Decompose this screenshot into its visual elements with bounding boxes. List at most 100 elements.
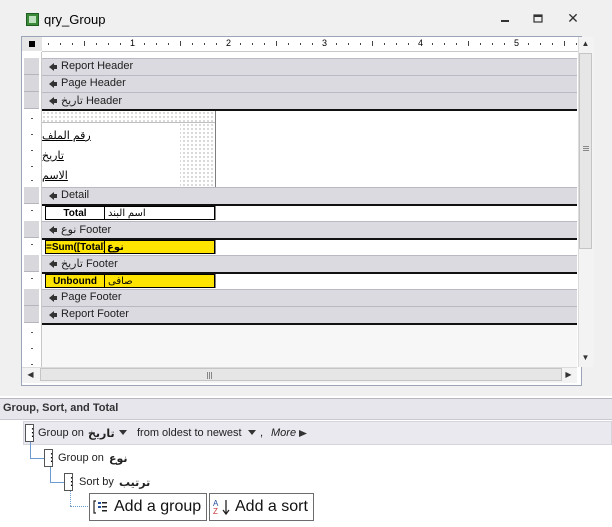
scroll-right-icon[interactable]: ▶: [561, 368, 576, 382]
section-width-line: [215, 274, 216, 288]
restore-button[interactable]: [525, 11, 551, 25]
ruler-tick: [204, 43, 205, 45]
section-selector[interactable]: [24, 306, 39, 323]
section-bar-report-footer[interactable]: Report Footer: [42, 306, 577, 324]
ruler-dot: [31, 180, 33, 181]
date-label[interactable]: تاريخ: [42, 149, 64, 162]
ruler-dot: [31, 118, 33, 119]
scroll-down-icon[interactable]: ▼: [578, 351, 593, 365]
net-field[interactable]: صافى: [104, 274, 215, 288]
tree-connector: [70, 506, 88, 507]
date-header-area[interactable]: رقم الملف تاريخ الاسم: [42, 111, 577, 187]
type-field[interactable]: نوع: [104, 240, 215, 254]
ruler-tick: [192, 43, 193, 45]
close-button[interactable]: ✕: [560, 11, 586, 25]
section-selector[interactable]: [24, 75, 39, 92]
vertical-ruler[interactable]: [22, 52, 42, 367]
section-label: Report Footer: [61, 308, 129, 320]
ruler-tick: [96, 43, 97, 45]
group-handle[interactable]: [25, 424, 38, 442]
date-footer-area[interactable]: Unbound صافى: [42, 274, 577, 288]
ruler-number: 2: [226, 38, 232, 48]
section-selector[interactable]: [24, 289, 39, 306]
ruler-tick: [348, 43, 349, 45]
sort-handle[interactable]: [64, 473, 77, 491]
item-name-field[interactable]: اسم البند: [104, 206, 215, 220]
vertical-scroll-thumb[interactable]: [579, 53, 592, 249]
section-bar-page-header[interactable]: Page Header: [42, 75, 577, 93]
section-arrow-icon: [49, 260, 57, 268]
select-report-button[interactable]: [22, 37, 42, 51]
sort-field-value[interactable]: ترتيب: [119, 476, 150, 489]
horizontal-ruler[interactable]: 1 2 3 4 5: [42, 37, 579, 52]
section-bar-detail[interactable]: Detail: [42, 187, 577, 205]
section-width-line: [215, 111, 216, 187]
tree-connector: [70, 490, 71, 506]
add-group-button[interactable]: Add a group: [89, 493, 207, 521]
sort-order-value[interactable]: from oldest to newest: [137, 427, 242, 439]
svg-text:Z: Z: [213, 507, 218, 516]
section-selector[interactable]: [24, 58, 39, 75]
ruler-dot: [31, 278, 33, 279]
ruler-number: 4: [418, 38, 424, 48]
add-sort-button[interactable]: A Z Add a sort: [209, 493, 314, 521]
ruler-number: 3: [322, 38, 328, 48]
tree-connector: [30, 442, 44, 459]
file-number-label[interactable]: رقم الملف: [42, 129, 91, 142]
ruler-dot: [31, 348, 33, 349]
section-bar-page-footer[interactable]: Page Footer: [42, 289, 577, 307]
scroll-up-icon[interactable]: ▲: [578, 37, 593, 51]
ruler-tick: [384, 43, 385, 45]
section-width-line: [215, 240, 216, 254]
ruler-dot: [31, 166, 33, 167]
separator: ,: [260, 427, 264, 439]
ruler-tick: [360, 43, 361, 45]
add-group-label: Add a group: [114, 498, 202, 515]
app-icon: [26, 13, 39, 26]
type-footer-area[interactable]: =Sum([Total]) نوع: [42, 240, 577, 254]
more-link[interactable]: More: [271, 427, 296, 439]
section-bar-date-header[interactable]: تاريخ Header: [42, 92, 577, 110]
dropdown-icon[interactable]: [248, 430, 256, 436]
minimize-button[interactable]: [492, 11, 518, 25]
section-arrow-icon: [49, 192, 57, 200]
section-bar-date-footer[interactable]: تاريخ Footer: [42, 255, 577, 273]
horizontal-scroll-thumb[interactable]: [40, 368, 562, 381]
ruler-tick: [84, 41, 85, 46]
ruler-tick: [372, 41, 373, 46]
dropdown-icon[interactable]: [119, 430, 127, 436]
section-bar-type-footer[interactable]: نوع Footer: [42, 221, 577, 239]
section-selector[interactable]: [24, 255, 39, 272]
ruler-tick: [156, 43, 157, 45]
section-bar-report-header[interactable]: Report Header: [42, 58, 577, 76]
section-selector[interactable]: [24, 187, 39, 204]
ruler-tick: [444, 43, 445, 45]
unbound-field[interactable]: Unbound: [45, 274, 105, 288]
total-field[interactable]: Total: [45, 206, 105, 220]
more-arrow-icon[interactable]: [299, 430, 307, 437]
ruler-number: 5: [514, 38, 520, 48]
ruler-tick: [240, 43, 241, 45]
name-label[interactable]: الاسم: [42, 169, 68, 182]
section-selector[interactable]: [24, 92, 39, 109]
sum-total-field[interactable]: =Sum([Total]): [45, 240, 105, 254]
ruler-tick: [216, 43, 217, 45]
ruler-tick: [576, 43, 577, 45]
section-selector[interactable]: [24, 221, 39, 238]
restore-icon: [533, 14, 543, 23]
group-field-value[interactable]: تاريخ: [88, 427, 115, 440]
ruler-tick: [456, 43, 457, 45]
ruler-tick: [72, 43, 73, 45]
grip-line: [207, 372, 208, 379]
scroll-left-icon[interactable]: ◀: [23, 368, 38, 382]
ruler-tick: [396, 43, 397, 45]
ruler-tick: [144, 43, 145, 45]
detail-area[interactable]: Total اسم البند: [42, 206, 577, 220]
group-sort-total-title: Group, Sort, and Total: [3, 402, 119, 414]
section-arrow-icon: [49, 311, 57, 319]
group-handle[interactable]: [44, 449, 57, 467]
tree-connector: [50, 466, 64, 483]
ruler-dot: [31, 332, 33, 333]
minimize-icon: [501, 20, 509, 22]
group-field-value[interactable]: نوع: [109, 452, 128, 465]
